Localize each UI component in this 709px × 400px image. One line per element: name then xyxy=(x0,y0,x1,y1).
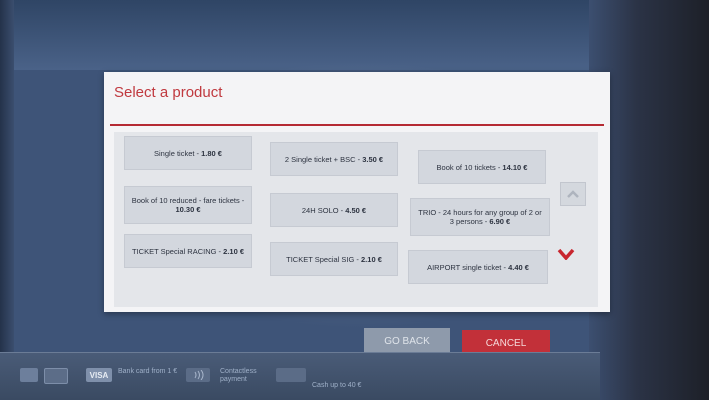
product-price: 10.30 € xyxy=(175,205,201,214)
product-price: 4.50 € xyxy=(345,205,367,215)
visa-icon: VISA xyxy=(86,368,112,382)
product-ticket-special-racing[interactable]: TICKET Special RACING - 2.10 € xyxy=(124,234,252,268)
scroll-up-button[interactable] xyxy=(560,182,586,206)
scroll-down-button[interactable] xyxy=(556,244,576,264)
product-label: 24H SOLO - xyxy=(301,205,346,215)
product-label: Book of 10 reduced - fare tickets - xyxy=(131,196,245,205)
kiosk-bezel-left xyxy=(0,0,14,400)
product-airport-single-ticket[interactable]: AIRPORT single ticket - 4.40 € xyxy=(408,250,548,284)
go-back-button[interactable]: GO BACK xyxy=(364,328,450,354)
mastercard-icon xyxy=(44,368,68,384)
cash-icon xyxy=(276,368,306,382)
dialog-title: Select a product xyxy=(114,84,223,101)
product-label: TRIO - 24 hours for any group of 2 or 3 … xyxy=(418,208,542,226)
product-price: 2.10 € xyxy=(223,246,244,256)
product-price: 6.90 € xyxy=(489,217,511,226)
product-label: AIRPORT single ticket - xyxy=(427,262,509,272)
chevron-down-icon xyxy=(557,248,575,260)
product-price: 4.40 € xyxy=(508,262,529,272)
product-book-of-10-reduced[interactable]: Book of 10 reduced - fare tickets - 10.3… xyxy=(124,186,252,224)
product-single-ticket[interactable]: Single ticket - 1.80 € xyxy=(124,136,252,170)
product-price: 14.10 € xyxy=(502,162,528,172)
product-label: 2 Single ticket + BSC - xyxy=(284,154,363,164)
product-book-of-10[interactable]: Book of 10 tickets - 14.10 € xyxy=(418,150,546,184)
product-label: TICKET Special RACING - xyxy=(132,246,224,256)
product-2-single-ticket-bsc[interactable]: 2 Single ticket + BSC - 3.50 € xyxy=(270,142,398,176)
product-price: 3.50 € xyxy=(362,154,384,164)
contactless-icon xyxy=(186,368,210,382)
product-label: Single ticket - xyxy=(154,148,202,158)
product-price: 1.80 € xyxy=(201,148,222,158)
product-price: 2.10 € xyxy=(361,254,382,264)
product-ticket-special-sig[interactable]: TICKET Special SIG - 2.10 € xyxy=(270,242,398,276)
bank-card-text: Bank card from 1 € xyxy=(118,368,178,375)
footer-divider xyxy=(0,352,600,353)
product-24h-solo[interactable]: 24H SOLO - 4.50 € xyxy=(270,193,398,227)
cash-text: Cash up to 40 € xyxy=(312,382,362,389)
chevron-up-icon xyxy=(567,190,579,198)
product-trio[interactable]: TRIO - 24 hours for any group of 2 or 3 … xyxy=(410,198,550,236)
contactless-waves-icon xyxy=(194,370,204,380)
title-divider xyxy=(110,124,604,126)
contactless-text: Contactless payment xyxy=(220,368,257,383)
product-label: TICKET Special SIG - xyxy=(286,254,362,264)
product-label: Book of 10 tickets - xyxy=(436,162,503,172)
card-icon xyxy=(20,368,38,382)
